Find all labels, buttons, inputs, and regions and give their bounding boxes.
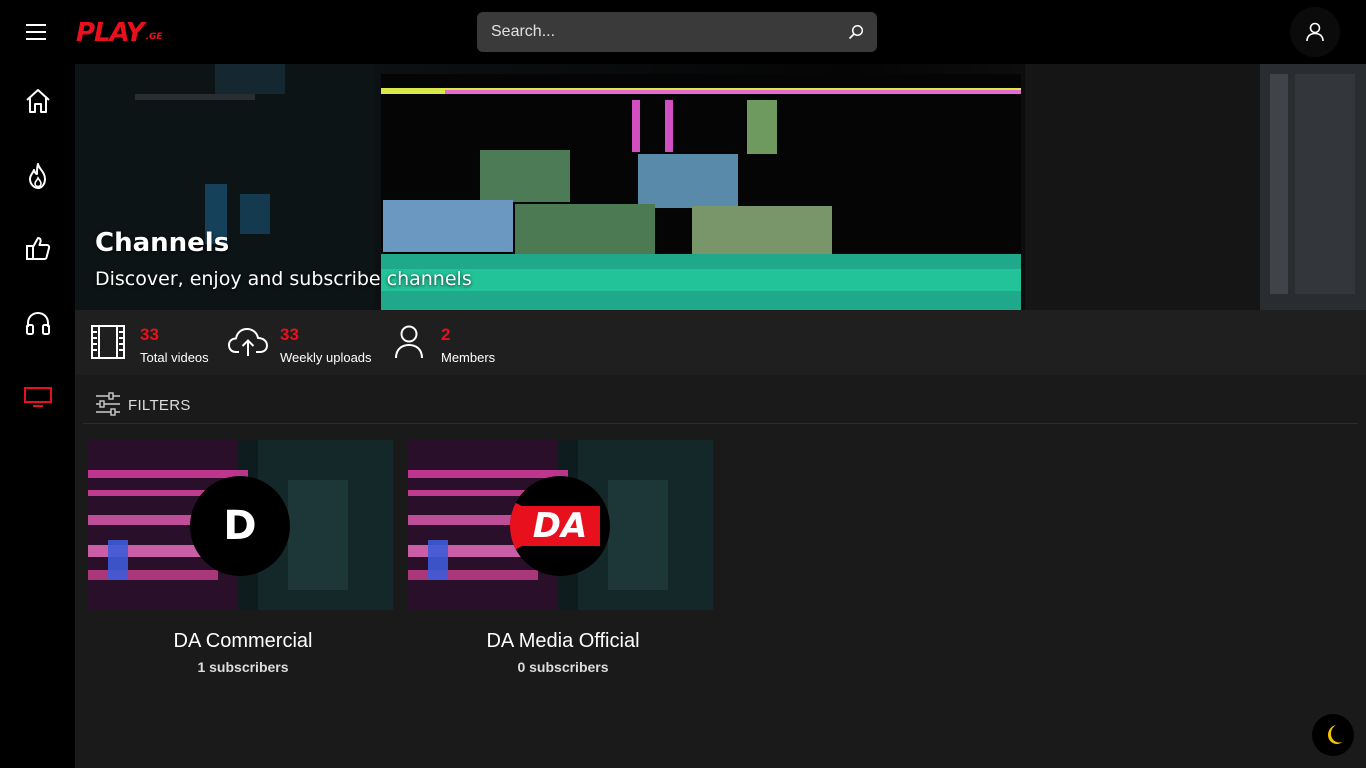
- channel-cover-image: DA: [408, 440, 713, 610]
- page-subtitle: Discover, enjoy and subscribe channels: [95, 268, 472, 290]
- filters-toggle[interactable]: FILTERS: [83, 385, 1358, 424]
- moon-icon: [1328, 725, 1343, 744]
- subscriber-count: 1 subscribers: [197, 659, 289, 675]
- search-button[interactable]: [845, 21, 867, 43]
- search-icon: [848, 24, 864, 40]
- channel-cover-image: D: [88, 440, 393, 610]
- channel-name[interactable]: DA Media Official: [408, 630, 718, 653]
- menu-button[interactable]: [22, 18, 52, 46]
- account-button[interactable]: [1290, 7, 1340, 57]
- home-icon: [25, 89, 50, 113]
- avatar-initial: DA: [532, 506, 588, 546]
- stat-value: 33: [280, 325, 299, 344]
- page-title: Channels: [95, 228, 230, 258]
- search-input[interactable]: [477, 12, 837, 52]
- filters-label: FILTERS: [128, 397, 191, 414]
- user-icon: [395, 325, 423, 359]
- thumbs-up-icon: [25, 237, 50, 260]
- sidebar: [0, 64, 75, 768]
- channel-avatar: D: [190, 476, 290, 576]
- tv-icon: [23, 387, 52, 407]
- headphones-icon: [25, 311, 50, 335]
- sliders-icon: [96, 392, 120, 416]
- top-bar: PLAY .GE: [0, 0, 1366, 64]
- stat-value: 2: [441, 325, 451, 344]
- sidebar-item-home[interactable]: [0, 76, 75, 126]
- dark-mode-toggle[interactable]: [1312, 714, 1354, 756]
- fire-icon: [28, 163, 46, 189]
- stat-label: Total videos: [140, 350, 209, 365]
- film-icon: [91, 325, 125, 359]
- stat-label: Weekly uploads: [280, 350, 372, 365]
- sidebar-item-channels[interactable]: [0, 372, 75, 422]
- sidebar-item-trending[interactable]: [0, 151, 75, 201]
- stat-value: 33: [140, 325, 159, 344]
- user-icon: [1306, 22, 1324, 42]
- cloud-upload-icon: [228, 328, 268, 356]
- site-logo[interactable]: PLAY .GE: [76, 16, 186, 48]
- logo-text: PLAY: [76, 18, 145, 48]
- sidebar-item-liked[interactable]: [0, 223, 75, 273]
- subscriber-count: 0 subscribers: [517, 659, 609, 675]
- search-box: [477, 12, 877, 52]
- channel-name[interactable]: DA Commercial: [88, 630, 398, 653]
- hamburger-icon: [26, 24, 46, 40]
- hero-banner: Channels Discover, enjoy and subscribe c…: [75, 64, 1366, 310]
- stats-bar: 33 Total videos 33 Weekly uploads 2 Memb…: [75, 310, 1366, 375]
- logo-suffix: .GE: [145, 32, 163, 42]
- channel-avatar: DA: [510, 476, 610, 576]
- sidebar-item-music[interactable]: [0, 298, 75, 348]
- avatar-initial: D: [223, 503, 257, 549]
- main-content: Channels Discover, enjoy and subscribe c…: [75, 64, 1366, 768]
- stat-label: Members: [441, 350, 496, 365]
